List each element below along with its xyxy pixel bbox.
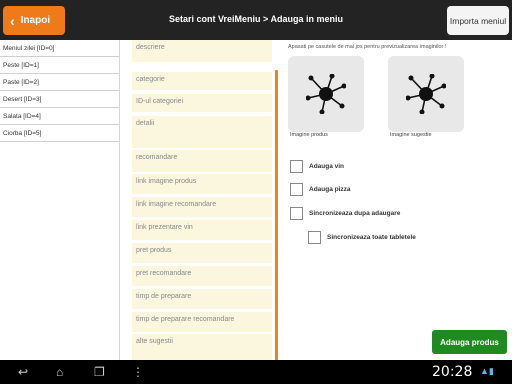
form-scrollbar[interactable] [275,70,278,360]
action-bar: ‹ Inapoi Setari cont VreiMeniu > Adauga … [0,0,512,40]
wifi-battery-icon: ▲▮ [480,366,494,376]
checkbox-label: Sincronizeaza toate tabletele [327,234,416,241]
checkbox-row[interactable]: Sincronizeaza dupa adaugare [290,207,400,220]
home-icon[interactable]: ⌂ [56,365,63,379]
field-timp-preparare-recomandare[interactable]: timp de preparare recomandare [132,312,272,332]
checkbox-label: Sincronizeaza dupa adaugare [309,210,401,217]
checkbox[interactable] [290,207,303,220]
field-pret-recomandare[interactable]: pret recomandare [132,266,272,286]
checkbox-row[interactable]: Adauga pizza [290,183,351,196]
field-id-categorie[interactable]: ID-ul categoriei [132,94,272,112]
category-list: Meniul zilei [ID=0] Peste [ID=1] Paste [… [0,40,120,360]
image-suggestion-label: Imagine sugestie [390,132,432,138]
network-icon [406,74,446,114]
category-item[interactable]: Meniul zilei [ID=0] [0,40,119,57]
checkbox-row[interactable]: Adauga vin [290,160,344,173]
product-form: descriere categorie ID-ul categoriei det… [128,40,280,360]
back-nav-icon[interactable]: ↩ [18,365,28,379]
preview-hint: Apasati pe casutele de mai jos pentru pr… [288,44,447,50]
checkbox-label: Adauga pizza [309,186,351,193]
category-item[interactable]: Paste [ID=2] [0,74,119,91]
category-item[interactable]: Ciorba [ID=5] [0,125,119,142]
checkbox-label: Adauga vin [309,163,345,170]
page-title: Setari cont VreiMeniu > Adauga in meniu [169,14,343,24]
category-item[interactable]: Salata [ID=4] [0,108,119,125]
image-product-label: Imagine produs [290,132,328,138]
field-alte-sugestii[interactable]: alte sugestii [132,334,272,360]
menu-icon[interactable]: ⋮ [132,365,144,379]
field-descriere[interactable]: descriere [132,40,272,62]
network-icon [306,74,346,114]
field-link-imagine-recomandare[interactable]: link imagine recomandare [132,197,272,217]
category-item[interactable]: Desert [ID=3] [0,91,119,108]
category-item[interactable]: Peste [ID=1] [0,57,119,74]
field-link-prezentare-vin[interactable]: link prezentare vin [132,220,272,240]
checkbox[interactable] [308,231,321,244]
checkbox-row[interactable]: Sincronizeaza toate tabletele [308,231,416,244]
checkbox[interactable] [290,183,303,196]
field-detalii[interactable]: detalii [132,116,272,148]
right-panel: Apasati pe casutele de mai jos pentru pr… [282,40,512,360]
add-product-button[interactable]: Adauga produs [432,330,507,354]
field-recomandare[interactable]: recomandare [132,150,272,172]
image-suggestion-box[interactable] [388,56,464,132]
clock: 20:28 [432,364,473,380]
field-categorie[interactable]: categorie [132,72,272,90]
recent-apps-icon[interactable]: ❐ [94,365,105,379]
field-link-imagine-produs[interactable]: link imagine produs [132,174,272,194]
field-pret-produs[interactable]: pret produs [132,243,272,263]
field-timp-preparare[interactable]: timp de preparare [132,289,272,309]
navigation-bar: ↩ ⌂ ❐ ⋮ 20:28 ▲▮ [0,360,512,384]
checkbox[interactable] [290,160,303,173]
import-menu-button[interactable]: Importa meniul [447,6,509,35]
image-product-box[interactable] [288,56,364,132]
